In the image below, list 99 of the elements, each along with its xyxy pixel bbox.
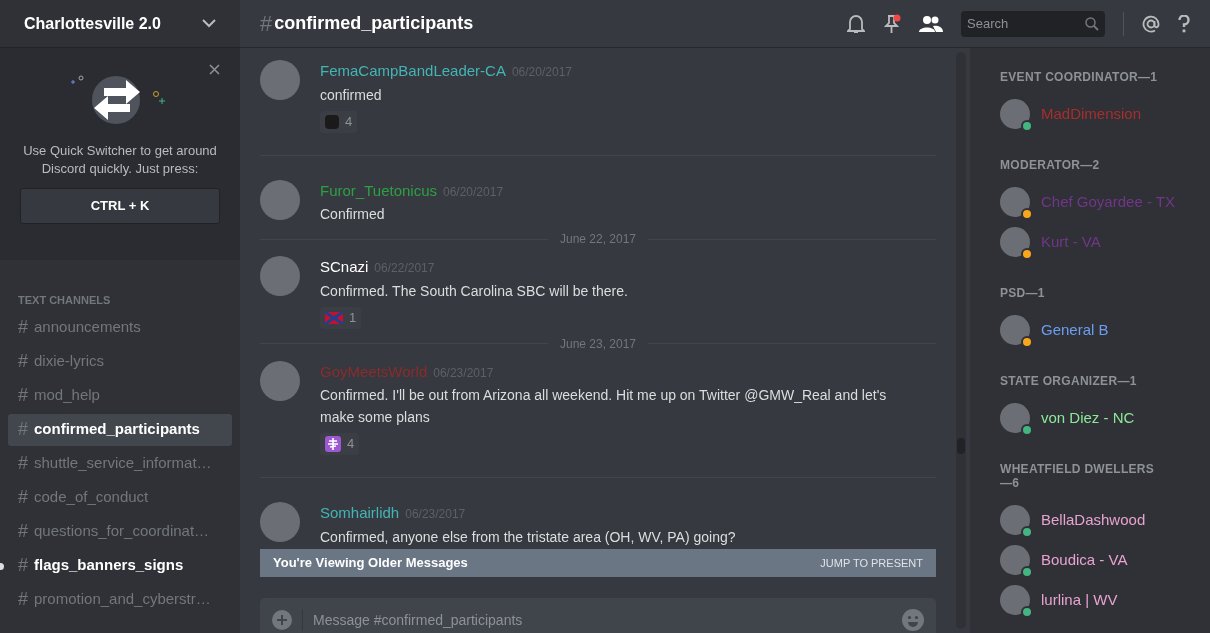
flag-emoji-icon <box>325 311 343 324</box>
message-composer[interactable]: Message #confirmed_participants <box>260 598 936 633</box>
channel-item[interactable]: # dixie-lyrics <box>8 345 232 378</box>
channel-title: confirmed_participants <box>274 12 474 35</box>
channel-name: mod_help <box>34 385 100 406</box>
avatar[interactable] <box>260 360 300 401</box>
avatar <box>1000 227 1030 257</box>
member-name: Kurt - VA <box>1041 231 1101 252</box>
search-field[interactable]: Search <box>961 10 1105 37</box>
reaction[interactable]: 1 <box>320 306 362 329</box>
cross-emoji-icon <box>325 436 341 452</box>
message-text: confirmed <box>320 85 383 105</box>
hash-icon: # <box>18 552 28 579</box>
reaction[interactable]: 4 <box>320 110 358 133</box>
channel-name: promotion_and_cyberstr… <box>34 589 211 610</box>
avatar <box>1000 545 1030 575</box>
channel-name: flags_banners_signs <box>34 555 184 576</box>
add-icon[interactable] <box>272 610 292 630</box>
hash-icon: # <box>18 314 28 341</box>
search-icon <box>1085 16 1099 31</box>
channel-item[interactable]: # promotion_and_cyberstr… <box>8 583 232 616</box>
author-name[interactable]: SCnazi <box>320 256 369 279</box>
bell-icon[interactable] <box>847 13 865 34</box>
channel-item[interactable]: # shuttle_service_informat… <box>8 447 232 480</box>
hash-icon: # <box>18 450 28 477</box>
hash-icon: # <box>18 586 28 613</box>
member-name: BellaDashwood <box>1041 509 1146 530</box>
role-heading: WHEATFIELD DWELLERS—6 <box>1000 462 1156 490</box>
emoji-icon <box>325 114 339 129</box>
close-icon[interactable] <box>209 64 220 75</box>
chevron-down-icon <box>202 19 216 28</box>
channel-item[interactable]: # mod_help <box>8 379 232 412</box>
banner-text: You're Viewing Older Messages <box>273 554 468 573</box>
avatar <box>1000 403 1030 433</box>
quick-switcher-hint: Use Quick Switcher to get around Discord quickly. Just press: <box>22 142 218 178</box>
avatar[interactable] <box>260 256 300 296</box>
member-name: Chef Goyardee - TX <box>1041 191 1175 212</box>
author-name[interactable]: Furor_Tuetonicus <box>320 179 437 202</box>
pin-icon[interactable] <box>883 13 901 34</box>
message-input[interactable]: Message #confirmed_participants <box>313 609 892 631</box>
avatar[interactable] <box>260 502 300 542</box>
jump-to-present-link[interactable]: JUMP TO PRESENT <box>820 554 923 572</box>
message-text: Confirmed <box>320 205 386 224</box>
date-divider: June 22, 2017 <box>559 231 637 248</box>
role-heading: EVENT COORDINATOR—1 <box>1000 70 1159 84</box>
member-name: lurlina | WV <box>1041 589 1118 610</box>
help-icon[interactable] <box>1178 14 1190 33</box>
avatar <box>1000 315 1030 345</box>
channel-item[interactable]: # announcements <box>8 311 232 344</box>
avatar <box>1000 585 1030 615</box>
scrollbar[interactable] <box>956 52 966 629</box>
mention-icon[interactable] <box>1142 14 1160 33</box>
date-divider: June 23, 2017 <box>559 335 637 353</box>
category-label: TEXT CHANNELS <box>18 293 112 308</box>
hash-icon: # <box>18 382 28 409</box>
channel-item[interactable]: # confirmed_participants <box>8 413 232 446</box>
avatar[interactable] <box>260 60 300 100</box>
member-name: von Diez - NC <box>1041 407 1135 428</box>
member-name: General B <box>1041 319 1109 340</box>
hash-icon: # <box>260 7 273 40</box>
member-item[interactable]: Boudica - VA <box>1000 540 1180 580</box>
avatar <box>1000 505 1030 535</box>
member-name: MadDimension <box>1041 103 1142 124</box>
hash-icon: # <box>18 484 28 511</box>
member-item[interactable]: MadDimension <box>1000 94 1180 134</box>
server-name: Charlottesville 2.0 <box>24 13 161 34</box>
author-name[interactable]: FemaCampBandLeader-CA <box>320 60 506 83</box>
message-text: make some plans <box>320 408 431 427</box>
avatar <box>1000 99 1030 129</box>
channel-name: announcements <box>34 317 141 338</box>
channel-name: questions_for_coordinat… <box>34 521 210 542</box>
avatar <box>1000 187 1030 217</box>
channel-name: confirmed_participants <box>34 419 200 440</box>
smiley-icon[interactable] <box>902 609 924 631</box>
role-heading: MODERATOR—2 <box>1000 158 1101 172</box>
member-item[interactable]: lurlina | WV <box>1000 580 1180 620</box>
role-heading: STATE ORGANIZER—1 <box>1000 374 1138 388</box>
avatar[interactable] <box>260 179 300 220</box>
member-item[interactable]: BellaDashwood <box>1000 500 1180 540</box>
members-icon[interactable] <box>919 14 943 33</box>
message-text: Confirmed. The South Carolina SBC will be there. <box>320 281 628 301</box>
role-heading: PSD—1 <box>1000 286 1046 300</box>
channel-name: shuttle_service_informat… <box>34 453 212 474</box>
shortcut-button[interactable]: CTRL + K <box>20 188 220 224</box>
message-text: Confirmed. I'll be out from Arizona all weekend. Hit me up on Twitter @GMW_Real and let's <box>320 386 887 405</box>
hash-icon: # <box>18 348 28 375</box>
channel-name: dixie-lyrics <box>34 351 105 372</box>
channel-name: code_of_conduct <box>34 487 149 508</box>
reaction[interactable]: 4 <box>320 433 360 455</box>
author-name[interactable]: Somhairlidh <box>320 502 400 525</box>
channel-item[interactable]: # flags_banners_signs <box>8 549 232 582</box>
hash-icon: # <box>18 518 28 545</box>
member-item[interactable]: General B <box>1000 310 1180 350</box>
channel-item[interactable]: # questions_for_coordinat… <box>8 515 232 548</box>
hash-icon: # <box>18 416 28 443</box>
member-name: Boudica - VA <box>1041 549 1128 570</box>
message-text: Confirmed, anyone else from the tristate area (OH, WV, PA) going? <box>320 527 736 547</box>
channel-item[interactable]: # code_of_conduct <box>8 481 232 514</box>
member-item[interactable]: von Diez - NC <box>1000 398 1180 438</box>
